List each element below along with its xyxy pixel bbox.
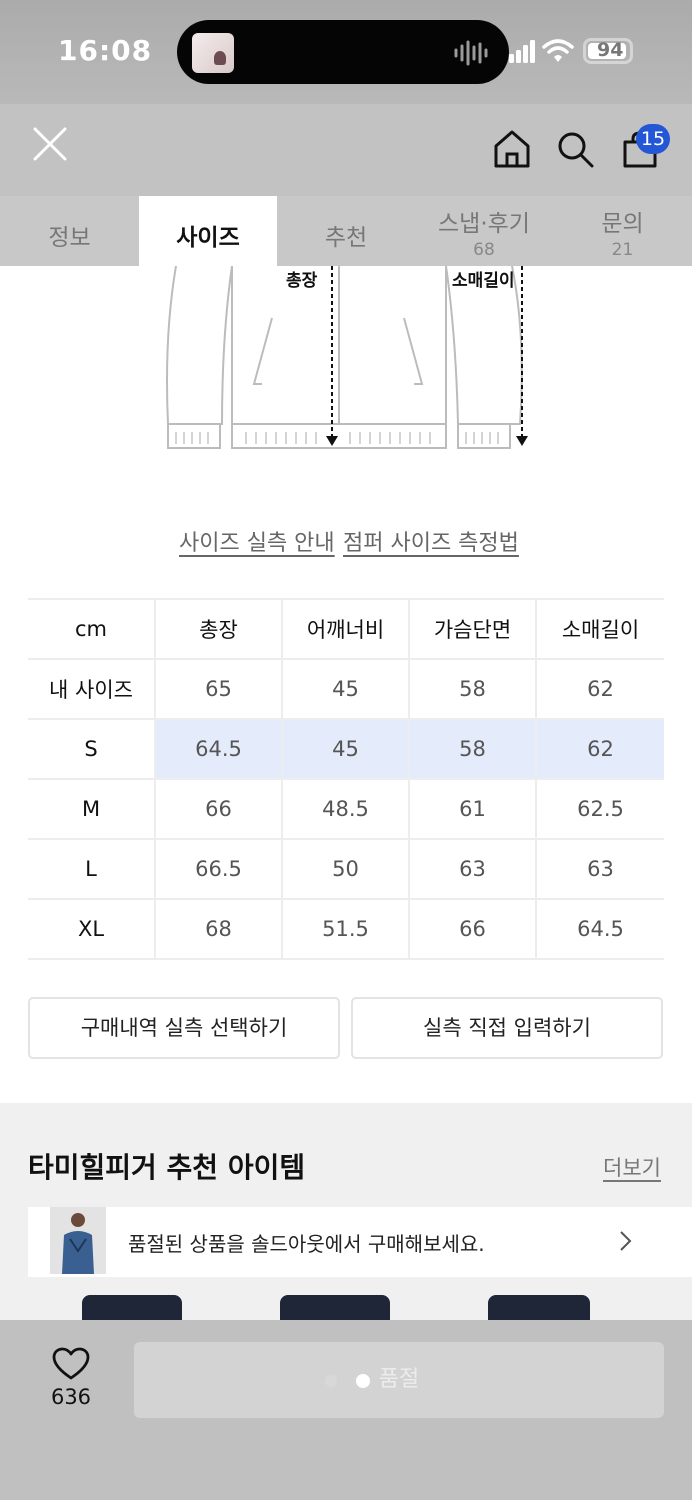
recommend-item-image[interactable] [280, 1295, 390, 1320]
now-playing-thumbnail [192, 33, 234, 73]
table-cell: 58 [408, 658, 536, 719]
table-cell: 66 [408, 898, 536, 960]
recommend-item-image[interactable] [82, 1295, 182, 1320]
table-row: XL 68 51.5 66 64.5 [28, 898, 664, 960]
soldout-product-thumbnail [50, 1207, 106, 1274]
battery-level: 94 [597, 39, 624, 61]
table-cell: 66 [154, 778, 282, 839]
direct-measure-input-button[interactable]: 실측 직접 입력하기 [351, 997, 663, 1059]
status-time: 16:08 [58, 34, 153, 67]
table-cell: 48.5 [281, 778, 409, 839]
size-name: 내 사이즈 [28, 658, 155, 719]
jacket-measurement-diagram [166, 266, 528, 449]
tab-size[interactable]: 사이즈 [139, 196, 277, 266]
table-cell: 62.5 [535, 778, 664, 839]
home-icon[interactable] [492, 128, 532, 170]
cell-signal-icon [509, 40, 535, 63]
jumper-measure-method-link[interactable]: 점퍼 사이즈 측정법 [343, 525, 519, 557]
table-cell: 50 [281, 838, 409, 899]
close-icon[interactable] [30, 124, 70, 166]
search-icon[interactable] [556, 130, 596, 170]
table-cell: 62 [535, 718, 664, 779]
table-cell: 64.5 [154, 718, 282, 779]
tab-snap-review[interactable]: 스냅·후기 68 [415, 196, 553, 266]
table-cell: 62 [535, 658, 664, 719]
table-row: L 66.5 50 63 63 [28, 838, 664, 899]
table-cell: 63 [408, 838, 536, 899]
wifi-icon [542, 39, 574, 62]
column-header: 어깨너비 [281, 598, 409, 659]
recommend-more-link[interactable]: 더보기 [603, 1152, 661, 1182]
chevron-right-icon [620, 1231, 632, 1251]
table-cell: 64.5 [535, 898, 664, 960]
size-guide-link[interactable]: 사이즈 실측 안내 [179, 525, 335, 557]
audio-wave-icon [454, 40, 488, 66]
table-row-highlighted: S 64.5 45 58 62 [28, 718, 664, 779]
table-cell: 45 [281, 718, 409, 779]
table-row: 내 사이즈 65 45 58 62 [28, 658, 664, 719]
like-count: 636 [50, 1385, 92, 1409]
table-cell: 58 [408, 718, 536, 779]
size-table-header: cm 총장 어깨너비 가슴단면 소매길이 [28, 598, 664, 659]
purchase-history-measure-button[interactable]: 구매내역 실측 선택하기 [28, 997, 340, 1059]
column-header: 가슴단면 [408, 598, 536, 659]
cart-count-badge: 15 [636, 124, 670, 154]
table-cell: 61 [408, 778, 536, 839]
table-cell: 65 [154, 658, 282, 719]
column-header: 총장 [154, 598, 282, 659]
table-cell: 68 [154, 898, 282, 960]
size-table: cm 총장 어깨너비 가슴단면 소매길이 내 사이즈 65 45 58 62 S… [28, 598, 664, 960]
size-name: L [28, 838, 155, 899]
size-name: XL [28, 898, 155, 960]
column-header: 소매길이 [535, 598, 664, 659]
loading-dots-icon [325, 1374, 370, 1388]
heart-icon[interactable] [52, 1347, 90, 1381]
unit-header: cm [28, 598, 155, 659]
tab-recommend[interactable]: 추천 [277, 196, 415, 266]
size-name: S [28, 718, 155, 779]
recommend-item-image[interactable] [488, 1295, 590, 1320]
recommend-title: 타미힐피거 추천 아이템 [28, 1151, 306, 1184]
soldout-buy-button[interactable]: 품절 [134, 1342, 664, 1418]
table-cell: 51.5 [281, 898, 409, 960]
tab-info[interactable]: 정보 [0, 196, 139, 266]
tab-inquiry[interactable]: 문의 21 [553, 196, 692, 266]
soldout-banner-text: 품절된 상품을 솔드아웃에서 구매해보세요. [128, 1232, 485, 1256]
table-cell: 45 [281, 658, 409, 719]
table-row: M 66 48.5 61 62.5 [28, 778, 664, 839]
total-length-label: 총장 [286, 271, 318, 291]
table-cell: 66.5 [154, 838, 282, 899]
size-name: M [28, 778, 155, 839]
sleeve-length-label: 소매길이 [452, 271, 515, 291]
table-cell: 63 [535, 838, 664, 899]
